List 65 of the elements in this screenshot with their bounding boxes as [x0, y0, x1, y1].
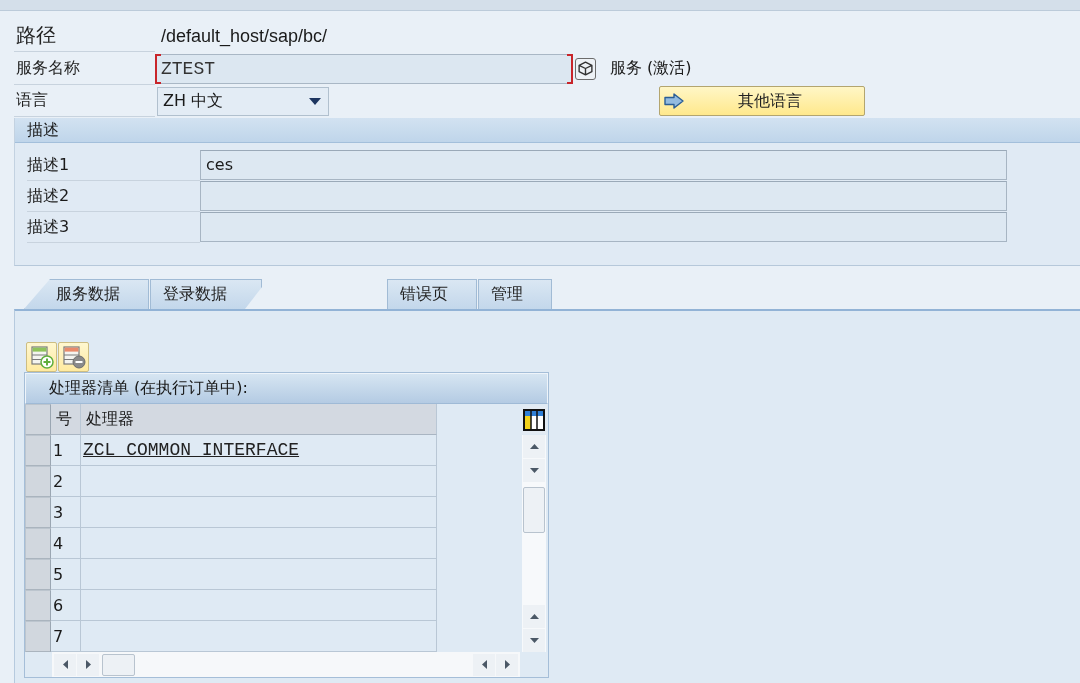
input-field[interactable]: ces [200, 150, 1007, 180]
append-row-button[interactable] [26, 342, 57, 372]
right-arrow-icon [664, 93, 684, 109]
table-cell: 5 [51, 559, 81, 590]
input-field[interactable] [200, 212, 1007, 242]
input-field[interactable] [200, 181, 1007, 211]
table-cell: 2 [51, 466, 81, 497]
scroll-down-button[interactable] [523, 629, 545, 652]
up-triangle-icon [529, 614, 539, 619]
table-plus-icon [29, 345, 54, 369]
columns-icon [523, 409, 545, 431]
table-cell: 6 [51, 590, 81, 621]
table-title: 处理器清单 (在执行订单中): [49, 378, 248, 399]
column-header[interactable]: 处理器 [81, 404, 437, 435]
table-cell: 1 [51, 435, 81, 466]
field-label: 服务名称 [15, 57, 80, 79]
table-cell: 4 [51, 528, 81, 559]
row-selector[interactable] [25, 435, 51, 466]
handler-link[interactable]: ZCL_COMMON_INTERFACE [83, 440, 300, 460]
tab[interactable]: 服务数据 [24, 279, 149, 309]
table-cell: 3 [51, 497, 81, 528]
layout-button[interactable] [522, 406, 546, 434]
scroll-left-button[interactable] [473, 653, 495, 676]
up-triangle-icon [529, 444, 539, 449]
field-label: 描述3 [27, 216, 70, 238]
tab[interactable]: 登录数据 [150, 279, 262, 309]
tab[interactable]: 错误页 [387, 279, 477, 309]
scroll-right-button[interactable] [77, 653, 99, 676]
caret-icon [309, 97, 321, 105]
row-selector[interactable] [25, 559, 51, 590]
right-triangle-icon [85, 660, 91, 669]
row-selector[interactable] [25, 497, 51, 528]
down-triangle-icon [529, 638, 539, 643]
scroll-left-button[interactable] [54, 653, 76, 676]
tab[interactable]: 管理 [478, 279, 552, 309]
field-label: 描述2 [27, 185, 70, 207]
other-languages-button[interactable]: 其他语言 [659, 86, 865, 116]
language-dropdown[interactable]: ZH 中文 [157, 86, 329, 116]
scroll-up-button[interactable] [523, 605, 545, 628]
field-label: 语言 [15, 90, 48, 111]
path-value: /default_host/sap/bc/ [160, 25, 328, 47]
left-triangle-icon [62, 660, 68, 669]
cube-icon [577, 60, 594, 77]
object-button[interactable] [575, 57, 596, 80]
left-triangle-icon [481, 660, 487, 669]
group-title: 描述 [27, 119, 59, 141]
scroll-down-button[interactable] [523, 459, 545, 482]
right-triangle-icon [504, 660, 510, 669]
field-label: 描述1 [27, 154, 70, 176]
scroll-up-button[interactable] [523, 435, 545, 458]
down-triangle-icon [529, 468, 539, 473]
field-label: 路径 [15, 22, 56, 49]
column-header[interactable]: 号 [51, 404, 81, 435]
row-selector[interactable] [25, 528, 51, 559]
scroll-right-button[interactable] [496, 653, 518, 676]
delete-row-button[interactable] [58, 342, 89, 372]
input-field[interactable]: ZTEST [155, 53, 573, 84]
table-minus-icon [61, 345, 86, 369]
scrollbar-thumb[interactable] [102, 653, 135, 676]
scrollbar-thumb[interactable] [523, 487, 545, 533]
select-all-button[interactable] [25, 404, 51, 435]
scrollbar-track[interactable] [52, 652, 520, 677]
row-selector[interactable] [25, 466, 51, 497]
row-selector[interactable] [25, 590, 51, 621]
status-text: 服务 (激活) [610, 58, 692, 79]
